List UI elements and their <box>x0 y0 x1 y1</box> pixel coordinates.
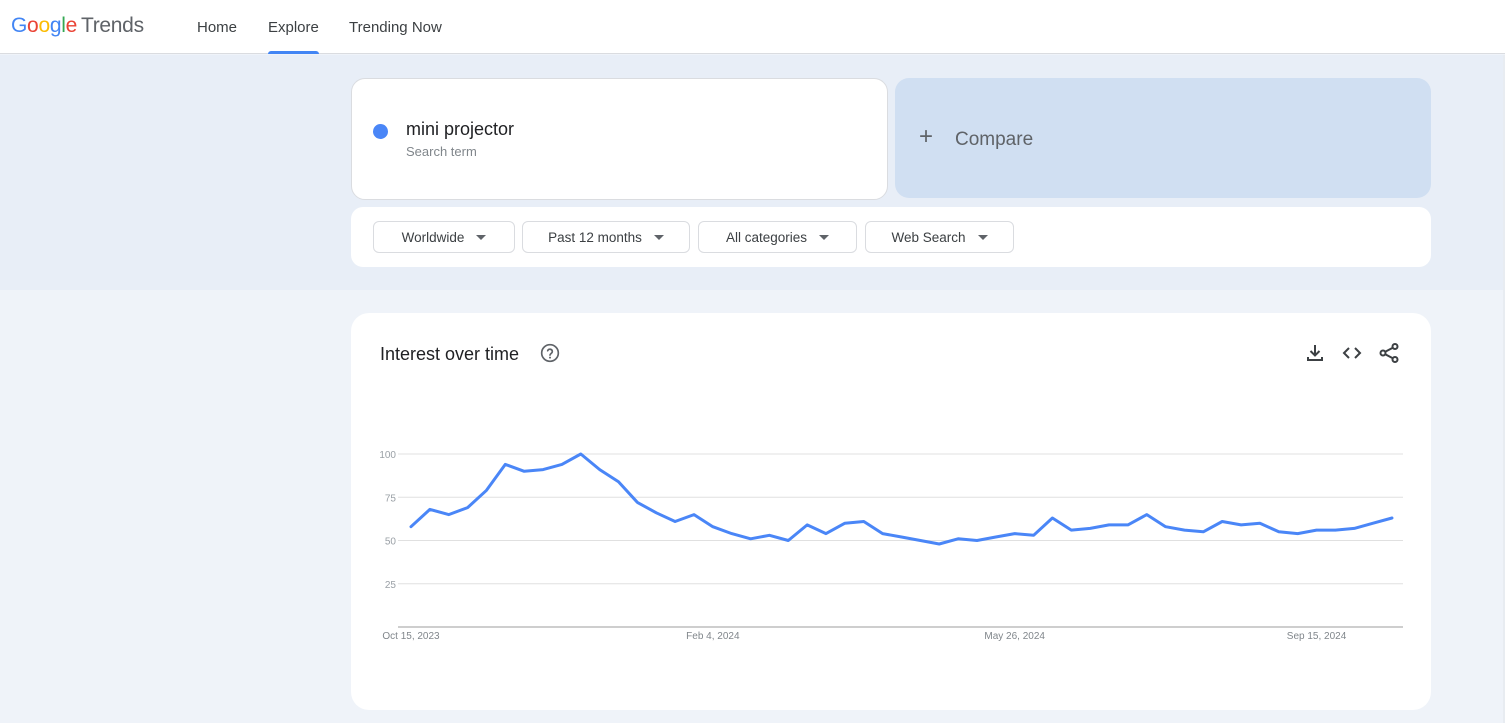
y-tick-label: 25 <box>385 580 397 591</box>
compare-label: Compare <box>955 129 1034 150</box>
region-dropdown[interactable]: Worldwide <box>373 221 515 253</box>
filter-bar: Worldwide Past 12 months All categories … <box>351 207 1431 267</box>
x-tick-label: Sep 15, 2024 <box>1287 631 1347 642</box>
caret-down-icon <box>653 234 664 240</box>
y-tick-label: 75 <box>385 493 397 504</box>
plus-icon: + <box>919 123 934 150</box>
compare-button[interactable]: + Compare <box>895 78 1431 198</box>
nav-tab-home[interactable]: Home <box>197 0 237 54</box>
term-color-dot <box>373 124 388 139</box>
caret-down-icon <box>476 234 487 240</box>
nav-tab-trending-now[interactable]: Trending Now <box>349 0 442 54</box>
google-trends-logo[interactable]: Google Trends <box>11 13 144 39</box>
series-line-mini-projector[interactable] <box>409 452 1394 546</box>
caret-down-icon <box>819 234 830 240</box>
x-tick-label: Feb 4, 2024 <box>686 631 740 642</box>
search-term-card[interactable]: mini projector Search term <box>351 78 888 200</box>
x-tick-label: May 26, 2024 <box>984 631 1045 642</box>
category-dropdown[interactable]: All categories <box>698 221 857 253</box>
x-tick-label: Oct 15, 2023 <box>382 631 440 642</box>
search-term-name[interactable]: mini projector <box>406 119 514 140</box>
y-tick-label: 100 <box>379 450 396 461</box>
search-term-type: Search term <box>406 144 477 159</box>
time-range-dropdown[interactable]: Past 12 months <box>522 221 690 253</box>
interest-line-chart: 25 50 75 100 Oct 15, 2023 Feb 4, 2024 May 26,… <box>379 450 1403 642</box>
caret-down-icon <box>977 234 988 240</box>
top-app-bar: Google Trends Home Explore Trending Now <box>0 0 1505 54</box>
nav-tab-explore[interactable]: Explore <box>268 0 319 54</box>
y-tick-label: 50 <box>385 537 397 548</box>
search-type-dropdown[interactable]: Web Search <box>865 221 1014 253</box>
